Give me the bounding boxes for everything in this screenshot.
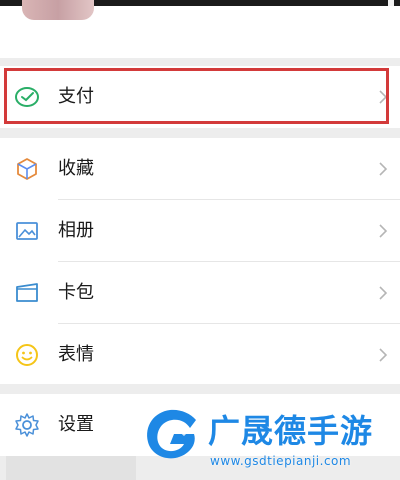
site-logo-icon (147, 409, 196, 459)
bottom-gap (6, 456, 136, 480)
menu-item-payment[interactable]: 支付 (0, 66, 400, 128)
menu-item-label: 相册 (58, 220, 94, 241)
watermark-title: 广晟德手游 (208, 412, 374, 450)
cube-icon (17, 158, 37, 180)
picture-icon (16, 222, 38, 240)
card-wallet-icon (16, 283, 38, 302)
menu-item-label: 表情 (58, 344, 94, 365)
menu-item-label: 支付 (58, 86, 94, 107)
gear-icon (15, 413, 39, 437)
menu-item-label: 设置 (58, 414, 94, 435)
menu-item-label: 卡包 (58, 282, 94, 303)
wechat-pay-icon (15, 87, 39, 107)
menu-item-cards[interactable]: 卡包 (0, 262, 400, 324)
chevron-right-icon (379, 162, 388, 176)
menu-item-label: 收藏 (58, 158, 94, 179)
watermark: 广晟德手游 www.gsdtiepianji.com (132, 400, 400, 480)
main-menu-section: 收藏 相册 卡包 表情 (0, 138, 400, 384)
menu-item-album[interactable]: 相册 (0, 200, 400, 262)
chevron-right-icon (379, 90, 388, 104)
watermark-url: www.gsdtiepianji.com (210, 454, 352, 468)
chevron-right-icon (379, 224, 388, 238)
menu-item-favorites[interactable]: 收藏 (0, 138, 400, 200)
chevron-right-icon (379, 348, 388, 362)
menu-item-stickers[interactable]: 表情 (0, 324, 400, 386)
avatar[interactable] (22, 0, 94, 20)
profile-header[interactable] (0, 0, 400, 58)
smiley-icon (16, 344, 38, 366)
chevron-right-icon (379, 286, 388, 300)
payment-section: 支付 (0, 66, 400, 128)
